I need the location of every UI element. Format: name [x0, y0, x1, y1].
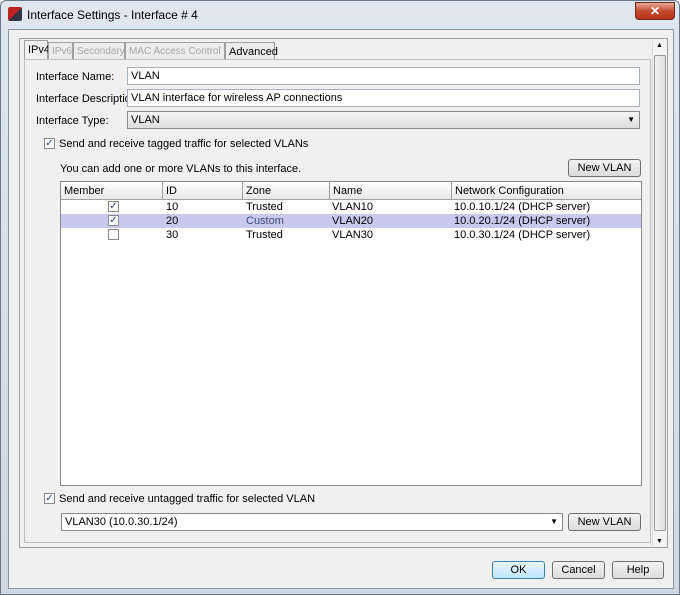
- vlan-zone: Trusted: [246, 229, 283, 241]
- scroll-down-icon[interactable]: ▼: [656, 538, 663, 545]
- vlan-zone: Trusted: [246, 201, 283, 213]
- vlan-name: VLAN20: [332, 215, 373, 227]
- member-checkbox[interactable]: [108, 229, 119, 240]
- tagged-traffic-checkbox[interactable]: ✓: [44, 138, 55, 149]
- interface-description-input[interactable]: VLAN interface for wireless AP connectio…: [127, 89, 640, 107]
- vlan-network: 10.0.10.1/24 (DHCP server): [454, 201, 591, 213]
- table-row[interactable]: 30 Trusted VLAN30 10.0.30.1/24 (DHCP ser…: [61, 228, 641, 242]
- member-checkbox[interactable]: ✓: [108, 215, 119, 226]
- vlan-hint-text: You can add one or more VLANs to this in…: [60, 163, 302, 175]
- vlan-name: VLAN10: [332, 201, 373, 213]
- new-vlan-button[interactable]: New VLAN: [568, 159, 641, 177]
- column-header-member[interactable]: Member: [61, 182, 163, 200]
- interface-type-label: Interface Type:: [36, 115, 109, 127]
- untagged-traffic-checkbox[interactable]: ✓: [44, 493, 55, 504]
- interface-description-label: Interface Description:: [36, 93, 140, 105]
- settings-panel: IPv4 IPv6 Secondary MAC Access Control A…: [19, 38, 668, 548]
- ipv4-content: Interface Name: VLAN Interface Descripti…: [24, 59, 651, 543]
- tab-advanced[interactable]: Advanced: [225, 42, 278, 59]
- dialog-window: Interface Settings - Interface # 4 ✕ IPv…: [0, 0, 680, 595]
- column-header-network[interactable]: Network Configuration: [452, 182, 641, 200]
- scrollbar-thumb[interactable]: [654, 55, 666, 531]
- table-row[interactable]: ✓ 10 Trusted VLAN10 10.0.10.1/24 (DHCP s…: [61, 200, 641, 214]
- tab-ipv4[interactable]: IPv4: [24, 40, 50, 59]
- table-row[interactable]: ✓ 20 Custom VLAN20 10.0.20.1/24 (DHCP se…: [61, 214, 641, 228]
- interface-name-input[interactable]: VLAN: [127, 67, 640, 85]
- interface-type-select[interactable]: VLAN ▼: [127, 111, 640, 129]
- tagged-traffic-label: Send and receive tagged traffic for sele…: [59, 138, 309, 150]
- vlan-table: Member ID Zone Name Network Configuratio…: [60, 181, 642, 486]
- column-header-zone[interactable]: Zone: [243, 182, 330, 200]
- vlan-id: 30: [166, 229, 179, 241]
- vlan-network: 10.0.20.1/24 (DHCP server): [454, 215, 591, 227]
- cancel-button[interactable]: Cancel: [552, 561, 605, 579]
- app-icon: [8, 7, 22, 21]
- interface-name-label: Interface Name:: [36, 71, 115, 83]
- window-title: Interface Settings - Interface # 4: [27, 8, 198, 22]
- untagged-traffic-label: Send and receive untagged traffic for se…: [59, 493, 316, 505]
- scroll-up-icon[interactable]: ▲: [656, 42, 663, 49]
- column-header-name[interactable]: Name: [330, 182, 452, 200]
- interface-type-value: VLAN: [131, 114, 160, 126]
- new-vlan-untagged-button[interactable]: New VLAN: [568, 513, 641, 531]
- dropdown-arrow-icon: ▼: [627, 115, 635, 124]
- ok-button[interactable]: OK: [492, 561, 545, 579]
- help-button[interactable]: Help: [612, 561, 664, 579]
- untagged-vlan-select[interactable]: VLAN30 (10.0.30.1/24) ▼: [61, 513, 563, 531]
- column-header-id[interactable]: ID: [163, 182, 243, 200]
- vlan-id: 20: [166, 215, 179, 227]
- close-button[interactable]: ✕: [635, 2, 675, 20]
- vlan-network: 10.0.30.1/24 (DHCP server): [454, 229, 591, 241]
- dropdown-arrow-icon: ▼: [550, 517, 558, 526]
- tab-mac-access-control[interactable]: MAC Access Control: [125, 42, 225, 59]
- dialog-body: IPv4 IPv6 Secondary MAC Access Control A…: [8, 29, 674, 589]
- tab-secondary[interactable]: Secondary: [73, 42, 125, 59]
- vertical-scrollbar[interactable]: ▲ ▼: [652, 41, 666, 546]
- vlan-zone: Custom: [246, 215, 284, 227]
- member-checkbox[interactable]: ✓: [108, 201, 119, 212]
- vlan-name: VLAN30: [332, 229, 373, 241]
- untagged-vlan-value: VLAN30 (10.0.30.1/24): [65, 516, 178, 528]
- vlan-id: 10: [166, 201, 179, 213]
- tab-ipv6[interactable]: IPv6: [48, 42, 73, 59]
